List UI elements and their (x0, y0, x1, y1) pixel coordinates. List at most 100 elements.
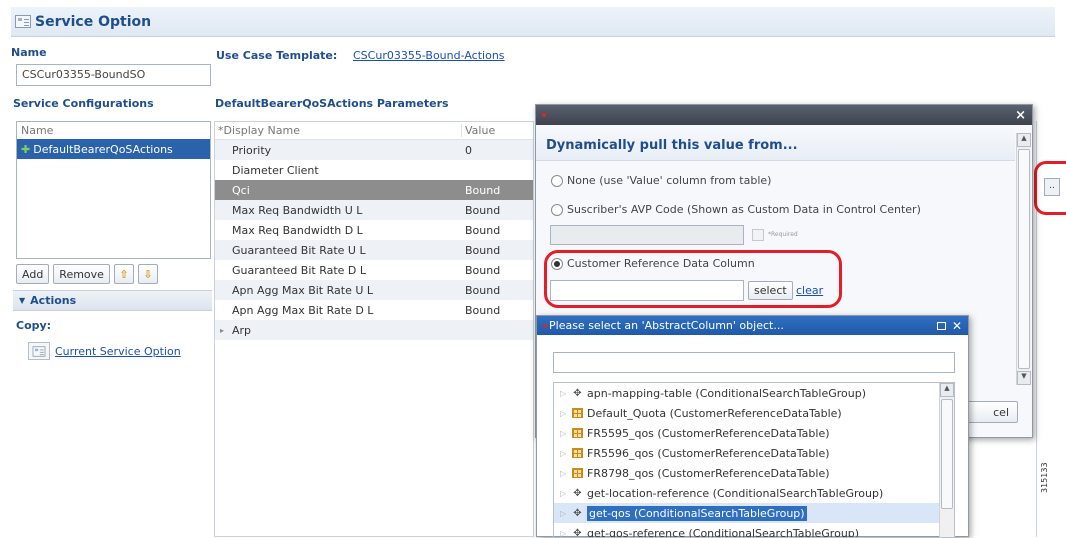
tree-item-label: FR8798_qos (CustomerReferenceDataTable) (587, 467, 830, 480)
tree-item[interactable]: ▷ Default_Quota (CustomerReferenceDataTab… (554, 403, 954, 423)
radio-icon[interactable] (551, 204, 563, 216)
radio-icon[interactable] (551, 175, 563, 187)
expand-arrow-icon[interactable]: ▷ (560, 469, 572, 478)
object-tree: ▷✥apn-mapping-table (ConditionalSearchTa… (553, 382, 955, 538)
page-header: Service Option (11, 7, 1055, 37)
row-value: Bound (465, 304, 500, 317)
close-icon[interactable]: × (1015, 108, 1026, 123)
row-name: Apn Agg Max Bit Rate U L (232, 284, 373, 297)
row-name: Guaranteed Bit Rate U L (232, 244, 366, 257)
row-name: Qci (232, 184, 250, 197)
pull-dialog-scrollbar[interactable]: ▲ ▼ (1016, 133, 1031, 385)
ellipsis-button[interactable]: .. (1044, 178, 1060, 196)
name-label: Name (11, 46, 47, 59)
row-value: Bound (465, 284, 500, 297)
scroll-up-icon[interactable]: ▲ (940, 383, 954, 397)
use-case-link[interactable]: CSCur03355-Bound-Actions (353, 49, 505, 62)
select-object-dialog: Please select an 'AbstractColumn' object… (536, 315, 969, 537)
option-avp[interactable]: Suscriber's AVP Code (Shown as Custom Da… (551, 203, 921, 216)
copy-current-link[interactable]: Current Service Option (55, 345, 181, 358)
pull-dialog-titlebar: × (536, 105, 1032, 125)
table-row[interactable]: Apn Agg Max Bit Rate D L Bound (215, 300, 533, 320)
expand-arrow-icon[interactable]: ▷ (560, 449, 572, 458)
select-button[interactable]: select (748, 281, 793, 300)
list-item[interactable]: ✚ DefaultBearerQoSActions (17, 139, 210, 159)
radio-icon[interactable] (551, 258, 563, 270)
expand-arrow-icon[interactable]: ▷ (560, 409, 572, 418)
name-input[interactable]: CSCur03355-BoundSO (16, 64, 211, 86)
row-name: Guaranteed Bit Rate D L (232, 264, 366, 277)
tree-item[interactable]: ▷ FR8798_qos (CustomerReferenceDataTable) (554, 463, 954, 483)
close-icon[interactable]: ✕ (952, 319, 962, 333)
pull-dialog-heading: Dynamically pull this value from... (546, 138, 798, 153)
actions-section-header[interactable]: ▼ Actions (13, 290, 212, 311)
tree-item[interactable]: ▷✥get-location-reference (ConditionalSea… (554, 483, 954, 503)
tree-item[interactable]: ▷✥get-qos-reference (ConditionalSearchTa… (554, 523, 954, 538)
select-dialog-titlebar: Please select an 'AbstractColumn' object… (537, 316, 968, 335)
row-value: Bound (465, 244, 500, 257)
add-button[interactable]: Add (16, 264, 49, 284)
tree-item-label: get-qos (ConditionalSearchTableGroup) (587, 506, 807, 521)
scroll-thumb[interactable] (1018, 149, 1030, 369)
scroll-thumb[interactable] (941, 399, 953, 509)
list-toolbar: Add Remove ⇧ ⇩ (16, 264, 158, 284)
row-value: Bound (465, 264, 500, 277)
option-none-label: None (use 'Value' column from table) (567, 174, 771, 187)
row-name: Apn Agg Max Bit Rate D L (232, 304, 373, 317)
copy-current-action[interactable]: Current Service Option (28, 342, 181, 360)
required-marker (542, 113, 546, 117)
scroll-up-icon[interactable]: ▲ (1017, 133, 1031, 147)
option-none[interactable]: None (use 'Value' column from table) (551, 174, 771, 187)
row-name: Max Req Bandwidth U L (232, 204, 362, 217)
page-title: Service Option (35, 14, 151, 30)
actions-label: Actions (30, 294, 76, 307)
tree-scrollbar[interactable]: ▲ (939, 383, 954, 538)
table-row[interactable]: Max Req Bandwidth D LBound (215, 220, 533, 240)
column-header-display-name: *Display Name (218, 124, 300, 137)
table-header: *Display Name Value (215, 122, 533, 140)
avp-code-input[interactable] (550, 225, 744, 245)
expand-arrow-icon[interactable]: ▷ (560, 429, 572, 438)
table-row[interactable]: Qci Bound (215, 180, 533, 200)
required-label: *Required (768, 231, 798, 238)
table-row[interactable]: ▸ Arp (215, 320, 533, 340)
expand-arrow-icon[interactable]: ▷ (560, 509, 572, 518)
maximize-icon[interactable] (937, 322, 946, 330)
row-name: Diameter Client (232, 164, 319, 177)
required-checkbox[interactable] (752, 229, 764, 241)
figure-id: 315133 (1040, 462, 1049, 493)
table-row[interactable]: Max Req Bandwidth U LBound (215, 200, 533, 220)
row-name: Priority (232, 144, 271, 157)
group-icon: ✥ (572, 488, 583, 499)
move-down-icon[interactable]: ⇩ (138, 264, 158, 284)
table-row[interactable]: Guaranteed Bit Rate D L Bound (215, 260, 533, 280)
remove-button[interactable]: Remove (53, 264, 110, 284)
select-dialog-title: Please select an 'AbstractColumn' object… (549, 319, 784, 332)
parameters-table: *Display Name Value Priority0 Diameter C… (214, 121, 534, 537)
tree-item[interactable]: ▷FR5595_qos (CustomerReferenceDataTable) (554, 423, 954, 443)
scroll-down-icon[interactable]: ▼ (1017, 371, 1031, 385)
tree-item-selected[interactable]: ▷✥get-qos (ConditionalSearchTableGroup) (554, 503, 954, 523)
tree-item-label: apn-mapping-table (ConditionalSearchTabl… (587, 387, 866, 400)
use-case-label: Use Case Template: (216, 49, 337, 62)
table-row[interactable]: Apn Agg Max Bit Rate U L Bound (215, 280, 533, 300)
table-row[interactable]: Priority0 (215, 140, 533, 160)
crd-column-input[interactable] (550, 280, 744, 301)
tree-item-label: Default_Quota (CustomerReferenceDataTabl… (587, 407, 842, 420)
option-crd[interactable]: Customer Reference Data Column (551, 257, 755, 270)
row-value: Bound (465, 184, 500, 197)
expand-arrow-icon[interactable]: ▸ (220, 326, 224, 335)
expand-arrow-icon[interactable]: ▷ (560, 389, 572, 398)
move-up-icon[interactable]: ⇧ (114, 264, 134, 284)
parameters-label: DefaultBearerQoSActions Parameters (215, 97, 449, 110)
table-row[interactable]: Diameter Client (215, 160, 533, 180)
option-avp-label: Suscriber's AVP Code (Shown as Custom Da… (567, 203, 921, 216)
tree-item[interactable]: ▷✥apn-mapping-table (ConditionalSearchTa… (554, 383, 954, 403)
tree-item[interactable]: ▷FR5596_qos (CustomerReferenceDataTable) (554, 443, 954, 463)
expand-arrow-icon[interactable]: ▷ (560, 489, 572, 498)
plus-icon: ✚ (21, 143, 30, 156)
table-row[interactable]: Guaranteed Bit Rate U L Bound (215, 240, 533, 260)
filter-input[interactable] (553, 352, 955, 373)
expand-arrow-icon[interactable]: ▷ (560, 529, 572, 538)
clear-link[interactable]: clear (796, 284, 823, 297)
